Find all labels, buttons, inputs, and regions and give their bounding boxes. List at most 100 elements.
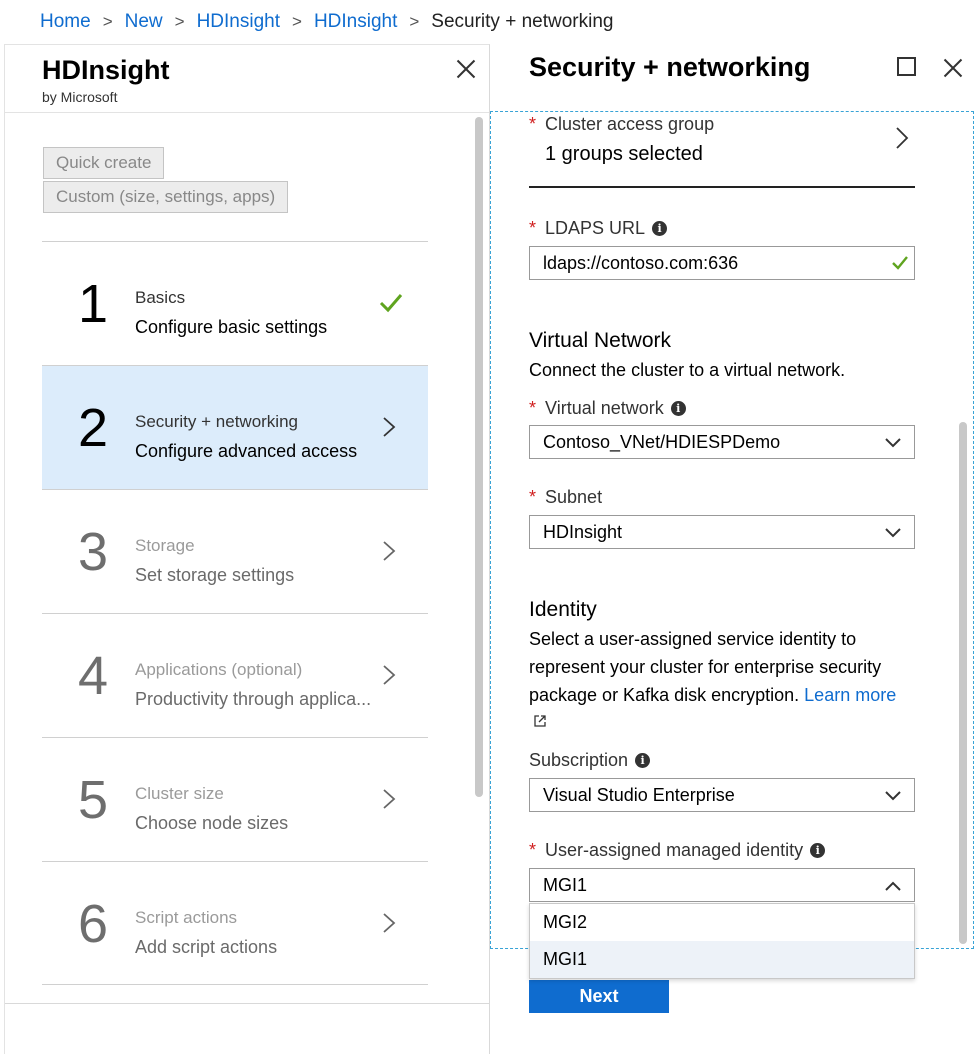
ldaps-url-value: ldaps://contoso.com:636 bbox=[543, 253, 739, 273]
close-icon[interactable] bbox=[941, 56, 965, 80]
info-icon[interactable]: i bbox=[810, 843, 826, 858]
learn-more-link[interactable]: Learn more bbox=[804, 685, 896, 705]
managed-identity-label: * User-assigned managed identity i bbox=[529, 840, 826, 861]
chevron-right-icon bbox=[383, 541, 396, 561]
step-storage[interactable]: 3 Storage Set storage settings bbox=[42, 489, 428, 613]
dropdown-value: Visual Studio Enterprise bbox=[543, 785, 735, 805]
step-description: Set storage settings bbox=[135, 565, 295, 585]
quick-create-button[interactable]: Quick create bbox=[43, 147, 165, 179]
step-title: Security + networking bbox=[135, 412, 298, 431]
info-icon[interactable]: i bbox=[652, 221, 668, 236]
blade-title: Security + networking bbox=[529, 52, 811, 82]
dropdown-value: HDInsight bbox=[543, 522, 623, 542]
identity-heading: Identity bbox=[529, 598, 597, 621]
ldaps-url-label: * LDAPS URL i bbox=[529, 218, 668, 239]
info-icon[interactable]: i bbox=[635, 753, 651, 768]
chevron-right-icon: > bbox=[174, 12, 185, 31]
chevron-right-icon bbox=[383, 913, 396, 933]
required-marker: * bbox=[529, 114, 537, 134]
cluster-access-group-label: * Cluster access group bbox=[529, 114, 714, 135]
step-description: Configure advanced access bbox=[135, 441, 358, 461]
required-marker: * bbox=[529, 840, 537, 860]
required-marker: * bbox=[529, 218, 537, 238]
subnet-label: * Subnet bbox=[529, 487, 602, 508]
step-description: Add script actions bbox=[135, 937, 278, 957]
cluster-access-group-value[interactable]: 1 groups selected bbox=[545, 143, 703, 166]
maximize-icon[interactable] bbox=[897, 57, 916, 76]
virtual-network-dropdown[interactable]: Contoso_VNet/HDIESPDemo bbox=[529, 425, 915, 459]
label-text: Virtual network bbox=[545, 398, 664, 418]
step-title: Basics bbox=[135, 288, 186, 307]
step-description: Choose node sizes bbox=[135, 813, 289, 833]
chevron-right-icon bbox=[383, 417, 396, 437]
custom-button[interactable]: Custom (size, settings, apps) bbox=[43, 181, 289, 213]
step-description: Productivity through applica... bbox=[135, 689, 372, 709]
right-scrollbar[interactable] bbox=[959, 422, 967, 944]
option-mgi1[interactable]: MGI1 bbox=[530, 941, 914, 978]
chevron-right-icon: > bbox=[292, 12, 302, 31]
managed-identity-dropdown[interactable]: MGI1 bbox=[529, 868, 915, 902]
step-title: Cluster size bbox=[135, 784, 224, 803]
subscription-dropdown[interactable]: Visual Studio Enterprise bbox=[529, 778, 915, 812]
label-text: Subscription bbox=[529, 750, 629, 770]
breadcrumb-hdinsight[interactable]: HDInsight bbox=[197, 11, 280, 33]
label-text: User-assigned managed identity bbox=[545, 840, 804, 860]
step-security-networking[interactable]: 2 Security + networking Configure advanc… bbox=[42, 365, 428, 489]
divider bbox=[5, 1003, 489, 1004]
chevron-right-icon[interactable] bbox=[895, 126, 909, 150]
next-button[interactable]: Next bbox=[529, 980, 669, 1013]
step-basics[interactable]: 1 Basics Configure basic settings bbox=[42, 241, 428, 365]
virtual-network-label: * Virtual network i bbox=[529, 398, 686, 419]
virtual-network-description: Connect the cluster to a virtual network… bbox=[529, 360, 846, 380]
subscription-label: Subscription i bbox=[529, 750, 651, 771]
dropdown-value: MGI1 bbox=[543, 875, 588, 895]
required-marker: * bbox=[529, 398, 537, 418]
label-text: LDAPS URL bbox=[545, 218, 646, 238]
chevron-right-icon bbox=[383, 789, 396, 809]
breadcrumb: Home > New > HDInsight > HDInsight > Sec… bbox=[0, 0, 974, 44]
security-networking-blade: Security + networking * Cluster access g… bbox=[490, 44, 974, 1054]
step-number: 5 bbox=[78, 770, 109, 830]
chevron-down-icon bbox=[885, 438, 901, 448]
breadcrumb-new[interactable]: New bbox=[125, 11, 163, 33]
managed-identity-options: MGI2 MGI1 bbox=[529, 903, 915, 979]
step-title: Storage bbox=[135, 536, 195, 555]
identity-description: Select a user-assigned service identity … bbox=[529, 625, 919, 709]
blade-header: HDInsight by Microsoft bbox=[5, 45, 489, 113]
chevron-up-icon bbox=[885, 881, 901, 891]
option-mgi2[interactable]: MGI2 bbox=[530, 904, 914, 941]
label-text: Cluster access group bbox=[545, 114, 715, 134]
chevron-down-icon bbox=[885, 528, 901, 538]
chevron-right-icon: > bbox=[409, 12, 420, 31]
divider bbox=[529, 186, 915, 188]
step-script-actions[interactable]: 6 Script actions Add script actions bbox=[42, 861, 428, 985]
virtual-network-heading: Virtual Network bbox=[529, 329, 671, 352]
step-cluster-size[interactable]: 5 Cluster size Choose node sizes bbox=[42, 737, 428, 861]
checkmark-icon bbox=[892, 256, 908, 270]
step-description: Configure basic settings bbox=[135, 317, 328, 337]
step-number: 1 bbox=[78, 274, 109, 334]
step-list: 1 Basics Configure basic settings 2 Secu… bbox=[42, 241, 428, 985]
chevron-down-icon bbox=[885, 791, 901, 801]
external-link-icon[interactable] bbox=[533, 714, 547, 728]
hdinsight-blade: HDInsight by Microsoft Quick create Cust… bbox=[4, 44, 490, 1054]
ldaps-url-input[interactable]: ldaps://contoso.com:636 bbox=[529, 246, 915, 280]
breadcrumb-hdinsight-2[interactable]: HDInsight bbox=[314, 11, 397, 33]
step-title: Script actions bbox=[135, 908, 238, 927]
step-number: 3 bbox=[78, 522, 109, 582]
left-scrollbar[interactable] bbox=[475, 117, 483, 797]
info-icon[interactable]: i bbox=[670, 401, 686, 416]
label-text: Subnet bbox=[545, 487, 603, 507]
step-applications[interactable]: 4 Applications (optional) Productivity t… bbox=[42, 613, 428, 737]
breadcrumb-home[interactable]: Home bbox=[40, 11, 91, 33]
breadcrumb-current: Security + networking bbox=[431, 11, 614, 32]
close-icon[interactable] bbox=[454, 57, 478, 81]
step-number: 4 bbox=[78, 646, 109, 706]
dropdown-value: Contoso_VNet/HDIESPDemo bbox=[543, 432, 781, 452]
blade-subtitle: by Microsoft bbox=[42, 89, 118, 105]
step-number: 6 bbox=[78, 894, 109, 954]
step-title: Applications (optional) bbox=[135, 660, 303, 679]
required-marker: * bbox=[529, 487, 537, 507]
subnet-dropdown[interactable]: HDInsight bbox=[529, 515, 915, 549]
step-number: 2 bbox=[78, 398, 109, 458]
